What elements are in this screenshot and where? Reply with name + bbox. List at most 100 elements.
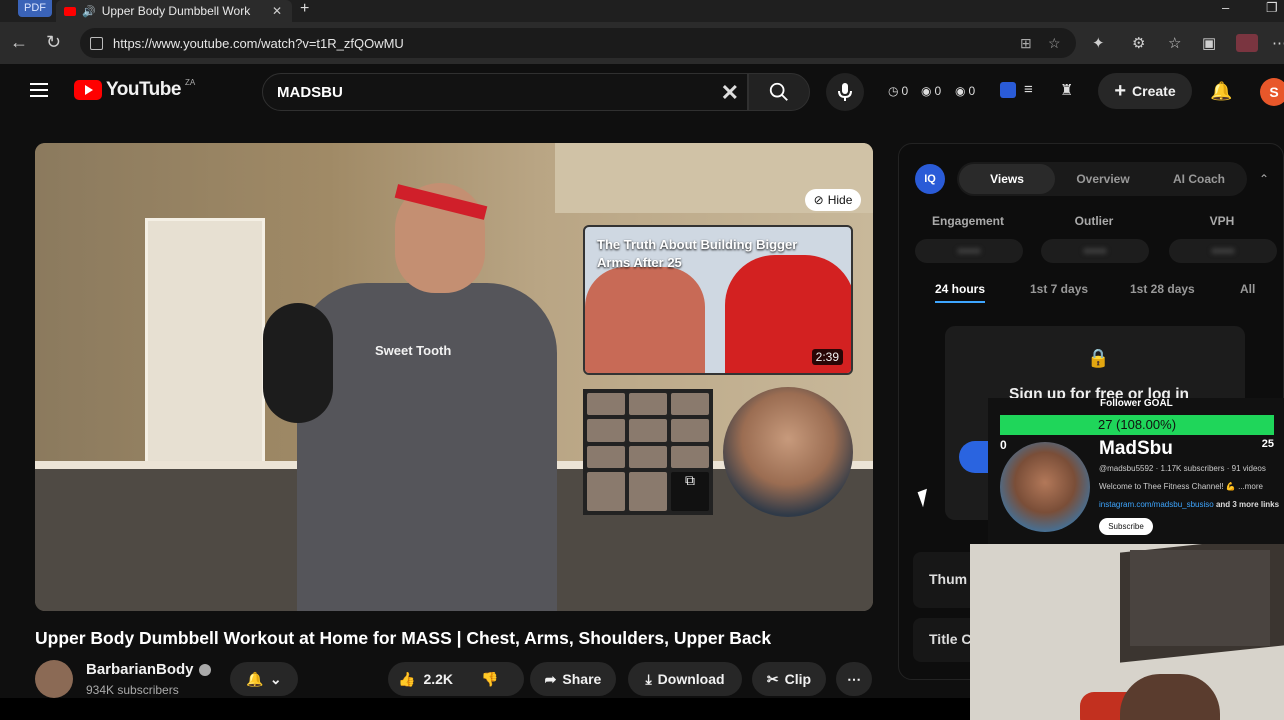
endscreen-playlist-card[interactable]: ⧉ [583, 389, 713, 515]
playlist-thumb [587, 419, 625, 442]
range-24-hours[interactable]: 24 hours [935, 282, 986, 303]
minimize-icon[interactable]: – [1222, 0, 1229, 16]
close-tab-icon[interactable]: ✕ [272, 4, 282, 18]
playlist-thumb [587, 445, 625, 468]
voice-search-button[interactable] [826, 73, 864, 111]
search-button[interactable] [748, 73, 810, 111]
search-input[interactable]: MADSBU ✕ [262, 73, 748, 111]
clock-icon: ◷ [888, 84, 899, 98]
clear-search-icon[interactable]: ✕ [721, 80, 739, 106]
dislike-button[interactable]: 👎 [481, 671, 498, 688]
subscriber-count: 934K subscribers [86, 683, 179, 697]
playlist-thumb [671, 445, 709, 468]
goal-progress-bar: 27 (108.00%) [1000, 415, 1274, 435]
site-info-icon[interactable] [90, 36, 103, 50]
playlist-thumb [629, 445, 667, 468]
panel-tabs: Views Overview AI Coach [957, 162, 1247, 196]
stat-eye-2[interactable]: ◉ 0 [955, 84, 975, 98]
download-icon: ⤓ [645, 670, 652, 687]
url-field[interactable]: https://www.youtube.com/watch?v=t1R_zfQO… [80, 28, 1076, 58]
clip-label: Clip [784, 671, 812, 687]
range-7-days[interactable]: 1st 7 days [1030, 282, 1088, 296]
stat-eye[interactable]: ◉ 0 [921, 84, 941, 98]
metric-value-blurred [1041, 239, 1149, 263]
endscreen-video-card[interactable]: The Truth About Building Bigger Arms Aft… [583, 225, 853, 375]
favorites-icon[interactable]: ☆ [1168, 34, 1181, 52]
tab-overview[interactable]: Overview [1055, 172, 1151, 186]
more-horizontal-icon: ⋯ [847, 670, 861, 687]
trophy-icon[interactable]: ♜ [1060, 81, 1073, 99]
range-all[interactable]: All [1240, 282, 1255, 296]
stat-value: 0 [934, 84, 942, 98]
account-avatar[interactable]: S [1260, 78, 1284, 106]
shirt-logo: Sweet Tooth [375, 343, 452, 358]
collapse-chevron-icon[interactable]: ⌃ [1259, 172, 1269, 186]
playlist-thumb [587, 471, 625, 511]
restore-icon[interactable]: ❐ [1266, 0, 1278, 16]
more-actions-button[interactable]: ⋯ [836, 662, 872, 696]
bottom-strip [0, 698, 970, 720]
pdf-tab[interactable]: PDF [18, 0, 52, 17]
notification-toggle-button[interactable]: 🔔 ⌄ [230, 662, 298, 696]
goal-min: 0 [1000, 438, 1007, 452]
browser-tab[interactable]: 🔊 Upper Body Dumbbell Work ✕ [56, 0, 292, 22]
share-button[interactable]: ➦ Share [530, 662, 616, 696]
list-icon[interactable]: ≡ [1024, 81, 1033, 98]
chevron-down-icon: ⌄ [269, 670, 282, 687]
external-link-icon: ⧉ [671, 471, 709, 511]
playlist-thumb [629, 471, 667, 511]
like-button[interactable]: 👍 2.2K [398, 671, 453, 688]
download-button[interactable]: ⤓ Download [628, 662, 742, 696]
goal-channel-meta: @madsbu5592 · 1.17K subscribers · 91 vid… [1099, 464, 1266, 473]
video-player[interactable]: Sweet Tooth ⊘ Hide The Truth About Build… [35, 143, 873, 611]
speaker-icon[interactable]: 🔊 [82, 5, 96, 18]
extension-puzzle-icon[interactable]: ✦ [1092, 34, 1105, 52]
address-bar-row: ← ↻ https://www.youtube.com/watch?v=t1R_… [0, 22, 1284, 64]
app-icon[interactable]: ⊞ [1020, 35, 1032, 52]
webcam-board-inner [1130, 550, 1270, 646]
stat-value: 0 [968, 84, 976, 98]
goal-channel-name: MadSbu [1099, 438, 1173, 459]
share-arrow-icon: ➦ [544, 670, 557, 687]
plus-icon: + [1114, 79, 1127, 102]
notifications-bell-icon[interactable]: 🔔 [1210, 81, 1232, 102]
channel-avatar[interactable] [35, 660, 73, 698]
reload-icon[interactable]: ↻ [46, 32, 61, 53]
channel-name-text: BarbarianBody [86, 661, 194, 678]
tab-ai-coach[interactable]: AI Coach [1151, 172, 1247, 186]
stat-clock[interactable]: ◷ 0 [888, 84, 908, 98]
bell-icon: 🔔 [246, 670, 264, 687]
hide-endscreen-button[interactable]: ⊘ Hide [805, 189, 861, 211]
eye-off-icon: ⊘ [813, 193, 824, 207]
playlist-thumb [587, 393, 625, 416]
back-icon[interactable]: ← [10, 32, 28, 53]
range-28-days[interactable]: 1st 28 days [1130, 282, 1195, 296]
favorite-star-icon[interactable]: ☆ [1048, 35, 1061, 52]
goal-title: Follower GOAL [1100, 398, 1173, 409]
create-button[interactable]: + Create [1098, 73, 1192, 109]
profile-icon[interactable] [1236, 34, 1258, 52]
hide-label: Hide [827, 193, 853, 207]
playlist-thumb [629, 419, 667, 442]
video-frame-door [145, 218, 265, 498]
metric-vph: VPH [1209, 214, 1235, 228]
more-menu-icon[interactable]: ⋯ [1272, 34, 1284, 52]
new-tab-icon[interactable]: + [300, 0, 309, 18]
goal-channel-avatar [1000, 442, 1090, 532]
youtube-favicon-icon [64, 6, 76, 16]
endscreen-channel-card[interactable] [723, 387, 853, 517]
tab-views[interactable]: Views [959, 164, 1055, 194]
goal-channel-links: instagram.com/madsbu_sbusiso and 3 more … [1099, 500, 1279, 509]
extension-icon[interactable]: ⚙ [1132, 34, 1145, 52]
menu-icon[interactable] [30, 83, 48, 97]
collections-icon[interactable]: ▣ [1202, 34, 1216, 52]
youtube-logo[interactable]: YouTube ZA [74, 78, 195, 101]
eye-icon: ◉ [921, 84, 932, 98]
presenter-body [297, 283, 557, 611]
clip-button[interactable]: ✂ Clip [752, 662, 826, 696]
mic-icon [838, 83, 852, 101]
follower-goal-overlay: Follower GOAL 27 (108.00%) 0 25 MadSbu @… [988, 398, 1284, 544]
iq-extension-icon[interactable] [1000, 82, 1016, 98]
channel-name[interactable]: BarbarianBody [86, 661, 211, 678]
eye-icon: ◉ [955, 84, 966, 98]
